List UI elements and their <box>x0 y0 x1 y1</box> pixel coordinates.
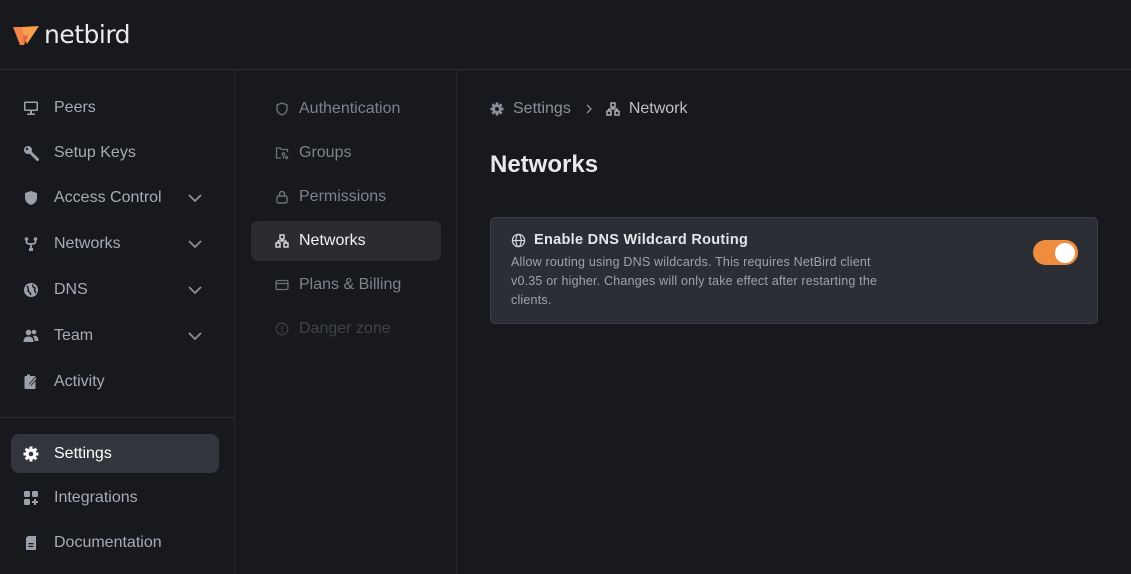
integrations-icon <box>22 489 40 507</box>
chevron-right-icon <box>585 103 593 115</box>
primary-sidebar: Peers Setup Keys Access Control Networks… <box>0 71 235 574</box>
sidebar-item-label: DNS <box>54 280 88 298</box>
sidebar-item-setup-keys[interactable]: Setup Keys <box>11 133 219 172</box>
netbird-logo[interactable]: netbird <box>12 20 131 49</box>
sidebar-item-label: Integrations <box>54 488 138 506</box>
breadcrumb-network[interactable]: Network <box>606 100 688 118</box>
brand-name: netbird <box>44 20 131 49</box>
setting-title-text: Enable DNS Wildcard Routing <box>534 232 749 248</box>
folder-groups-icon <box>274 145 290 161</box>
chevron-down-icon[interactable] <box>186 283 204 297</box>
settings-nav-networks[interactable]: Networks <box>251 221 441 261</box>
settings-nav-label: Plans & Billing <box>299 276 402 293</box>
chevron-down-icon[interactable] <box>186 329 204 343</box>
settings-nav-plans-billing[interactable]: Plans & Billing <box>251 265 441 305</box>
sidebar-item-label: Documentation <box>54 533 162 551</box>
settings-nav-label: Networks <box>299 232 366 249</box>
sidebar-item-team[interactable]: Team <box>11 316 219 355</box>
sidebar-item-label: Team <box>54 326 94 344</box>
globe-icon <box>511 233 526 247</box>
lock-icon <box>274 189 290 205</box>
netbird-bird-icon <box>13 25 39 45</box>
settings-nav-permissions[interactable]: Permissions <box>251 177 441 217</box>
setting-description: Allow routing using DNS wildcards. This … <box>511 255 878 307</box>
sidebar-item-documentation[interactable]: Documentation <box>11 523 219 562</box>
main-content: Settings Network Networks Enable DNS Wil… <box>458 71 1131 574</box>
settings-nav-label: Danger zone <box>299 320 391 337</box>
shield-icon <box>22 189 40 207</box>
sidebar-item-dns[interactable]: DNS <box>11 270 219 309</box>
shield-outline-icon <box>274 101 290 117</box>
breadcrumb-label: Settings <box>513 100 571 117</box>
sidebar-item-label: Setup Keys <box>54 143 136 161</box>
sidebar-item-networks[interactable]: Networks <box>11 224 219 263</box>
chevron-down-icon[interactable] <box>186 237 204 251</box>
gear-icon <box>22 445 40 463</box>
users-icon <box>22 327 40 345</box>
settings-nav-label: Groups <box>299 144 352 161</box>
network-fork-icon <box>22 235 40 253</box>
top-header: netbird <box>0 0 1131 70</box>
dns-wildcard-routing-toggle[interactable] <box>1033 240 1078 265</box>
globe-icon <box>22 281 40 299</box>
setting-title: Enable DNS Wildcard Routing <box>511 232 748 248</box>
sidebar-item-activity[interactable]: Activity <box>11 362 219 401</box>
activity-log-icon <box>22 373 40 391</box>
breadcrumb-settings[interactable]: Settings <box>490 100 571 118</box>
settings-nav-authentication[interactable]: Authentication <box>251 89 441 129</box>
network-icon <box>606 102 620 116</box>
settings-nav-danger-zone: Danger zone <box>251 309 441 349</box>
alert-circle-icon <box>274 321 290 337</box>
page-title: Networks <box>490 151 599 178</box>
key-icon <box>22 144 40 162</box>
sidebar-item-label: Activity <box>54 372 105 390</box>
gear-icon <box>490 102 504 116</box>
settings-nav-groups[interactable]: Groups <box>251 133 441 173</box>
network-icon <box>274 233 290 249</box>
dns-wildcard-routing-setting: Enable DNS Wildcard Routing Allow routin… <box>490 217 1098 324</box>
sidebar-item-integrations[interactable]: Integrations <box>11 478 219 517</box>
sidebar-item-peers[interactable]: Peers <box>11 88 219 127</box>
monitor-icon <box>22 99 40 117</box>
settings-nav-label: Permissions <box>299 188 387 205</box>
settings-nav-label: Authentication <box>299 100 401 117</box>
sidebar-item-access-control[interactable]: Access Control <box>11 178 219 217</box>
sidebar-item-settings[interactable]: Settings <box>11 434 219 473</box>
document-icon <box>22 534 40 552</box>
sidebar-item-label: Settings <box>54 444 112 462</box>
sidebar-item-label: Access Control <box>54 188 162 206</box>
toggle-knob <box>1055 242 1075 263</box>
sidebar-item-label: Networks <box>54 234 121 252</box>
breadcrumb-label: Network <box>628 100 688 117</box>
settings-nav: Authentication Groups Permissions Networ… <box>235 71 457 574</box>
sidebar-item-label: Peers <box>54 98 96 116</box>
breadcrumb: Settings Network <box>490 99 688 119</box>
chevron-down-icon[interactable] <box>186 191 204 205</box>
credit-card-icon <box>274 277 290 293</box>
sidebar-divider <box>0 417 235 418</box>
